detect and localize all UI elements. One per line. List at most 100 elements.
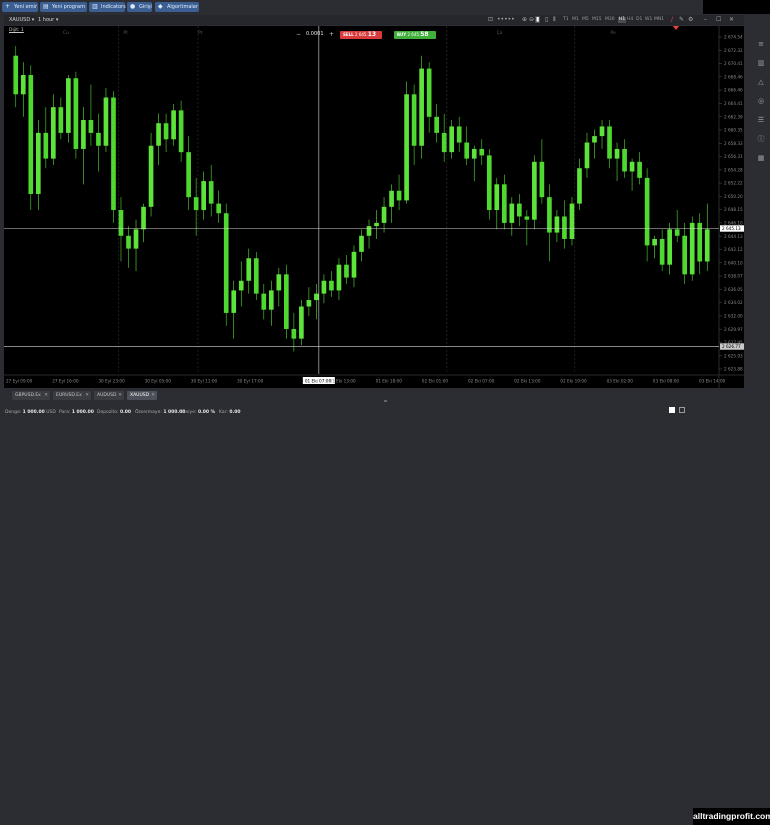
candle-bull: [238, 280, 244, 291]
candle-bull: [148, 145, 154, 207]
layout-single-icon[interactable]: [669, 407, 675, 413]
tf-h4[interactable]: H4: [627, 17, 633, 23]
candle-bear: [88, 120, 94, 133]
candle-bear: [118, 210, 124, 236]
bars-icon[interactable]: ⫴: [553, 16, 556, 23]
candle-bull: [554, 216, 560, 233]
settings-icon[interactable]: ⚙: [688, 16, 693, 23]
candle-bear: [434, 116, 439, 133]
candle-bear: [524, 216, 530, 220]
candle-bear: [126, 235, 131, 249]
chart-type-icon[interactable]: ▥: [757, 59, 765, 67]
tf-m5[interactable]: M5: [582, 17, 589, 23]
close-tab-icon[interactable]: ✕: [44, 391, 48, 400]
price-tick-label: 2 674.54: [724, 35, 743, 40]
time-tick-label: 30 Eyl 05:00: [145, 378, 172, 383]
day-label: Ça: [497, 30, 503, 36]
price-tick-label: 2 666.46: [724, 88, 743, 93]
tab-audusd[interactable]: AUDUSD ✕: [94, 391, 124, 400]
login-button[interactable]: ● Girişi: [127, 2, 152, 12]
candle-bear: [637, 161, 642, 178]
volume-minus-button[interactable]: −: [296, 31, 301, 38]
tf-m30[interactable]: M30: [605, 17, 615, 23]
candle-bull: [404, 94, 409, 201]
new-program-button[interactable]: ▤ Yeni program: [40, 2, 87, 12]
candle-bull: [532, 161, 537, 220]
candles-icon[interactable]: ▮: [535, 16, 541, 23]
day-label: Pt: [198, 30, 203, 36]
globe-icon[interactable]: ◎: [757, 97, 765, 105]
tf-m15[interactable]: M15: [592, 17, 602, 23]
candle-bull: [629, 161, 635, 172]
tab-eurusd[interactable]: EURUSD.Ex ✕: [53, 391, 91, 400]
candle-bull: [366, 226, 372, 236]
watermark-logo: alltradingprofit.com: [693, 808, 770, 825]
candle-bear: [13, 55, 19, 95]
tf-t1[interactable]: T1: [563, 17, 569, 23]
symbol-select[interactable]: XAUUSD ▾: [9, 17, 34, 23]
layers-icon[interactable]: ≡: [757, 40, 765, 48]
triangle-icon[interactable]: △: [757, 78, 765, 86]
timeframe-select[interactable]: 1 hour ▾: [38, 17, 58, 23]
minimize-icon[interactable]: –: [704, 16, 707, 23]
candle-bear: [682, 235, 688, 275]
close-tab-icon[interactable]: ✕: [85, 391, 89, 400]
price-chart[interactable]: Cu Pt Pt Ça Pe 2 674.54 2 672.32 2 670.41 2 668.…: [4, 26, 744, 388]
candle-bear: [43, 132, 49, 159]
candle-bear: [291, 328, 297, 339]
time-tick-label: 30 Eyl 11:00: [191, 378, 218, 383]
maximize-icon[interactable]: ☐: [716, 16, 721, 23]
candle-bear: [186, 152, 191, 198]
tf-m1[interactable]: M1: [572, 17, 579, 23]
price-tick-label: 2 650.20: [724, 194, 743, 199]
price-tick-label: 2 672.32: [724, 48, 743, 53]
candle-bull: [171, 110, 176, 140]
tab-xauusd[interactable]: XAUUSD ✕: [127, 391, 157, 400]
volume-input[interactable]: 0.0001: [306, 31, 324, 37]
top-bar: + Yeni emir ▤ Yeni program ▥ Indicators ● Gi…: [0, 0, 770, 14]
layout-grid-icon[interactable]: [679, 407, 685, 413]
news-icon[interactable]: ☰: [757, 116, 765, 124]
status-profit: Kar: 0.00: [219, 410, 241, 415]
drawing-icon[interactable]: /: [671, 16, 673, 23]
candle-bear: [659, 238, 665, 265]
tf-mn1[interactable]: MN1: [654, 17, 664, 23]
sell-button[interactable]: SELL 2 645.13: [340, 31, 382, 39]
pencil-icon[interactable]: ✎: [679, 16, 684, 23]
candle-bull: [614, 148, 620, 159]
tf-w1[interactable]: W1: [645, 17, 652, 23]
crosshair-icon[interactable]: ⊡: [488, 16, 493, 23]
candle-bull: [351, 251, 357, 278]
close-tab-icon[interactable]: ✕: [118, 391, 122, 400]
candle-bull: [20, 75, 26, 95]
price-tick-label: 2 662.39: [724, 114, 743, 119]
new-order-button[interactable]: + Yeni emir: [2, 2, 38, 12]
chart-digits-label[interactable]: Dijit: 1: [9, 28, 24, 33]
tf-h1[interactable]: H1: [618, 17, 627, 23]
info-icon[interactable]: ⓘ: [757, 135, 765, 143]
indicators-button[interactable]: ▥ Indicators: [89, 2, 126, 12]
candle-bear: [28, 75, 34, 194]
line-chart-icon[interactable]: ▯: [545, 16, 548, 23]
price-tick-label: 2 660.35: [724, 128, 743, 133]
price-tick-label: 2 664.41: [724, 101, 743, 106]
candle-bull: [359, 235, 364, 252]
algorithms-button[interactable]: ◆ Algoritmalar: [155, 2, 199, 12]
volume-plus-button[interactable]: +: [329, 31, 334, 38]
candle-bull: [306, 300, 312, 307]
candle-bull: [66, 78, 71, 133]
zoom-in-icon[interactable]: ⊕: [522, 16, 527, 23]
tf-d1[interactable]: D1: [636, 17, 642, 23]
close-tab-icon[interactable]: ✕: [151, 391, 155, 400]
tab-gbpusd[interactable]: GBPUSD.Ex ✕: [12, 391, 50, 400]
chart-canvas[interactable]: Cu Pt Pt Ça Pe 2 674.54 2 672.32 2 670.41 2 668.…: [4, 26, 744, 388]
dots-icon[interactable]: •••••: [497, 16, 515, 23]
zoom-out-icon[interactable]: ⊖: [529, 16, 534, 23]
resize-handle[interactable]: [384, 400, 387, 402]
calculator-icon[interactable]: ▦: [757, 154, 765, 162]
candle-bull: [321, 280, 327, 294]
buy-button[interactable]: BUY 2 645.58: [394, 31, 436, 39]
price-tick-label: 2 640.10: [724, 260, 743, 265]
candle-bear: [486, 155, 492, 211]
close-icon[interactable]: ✕: [729, 16, 734, 23]
